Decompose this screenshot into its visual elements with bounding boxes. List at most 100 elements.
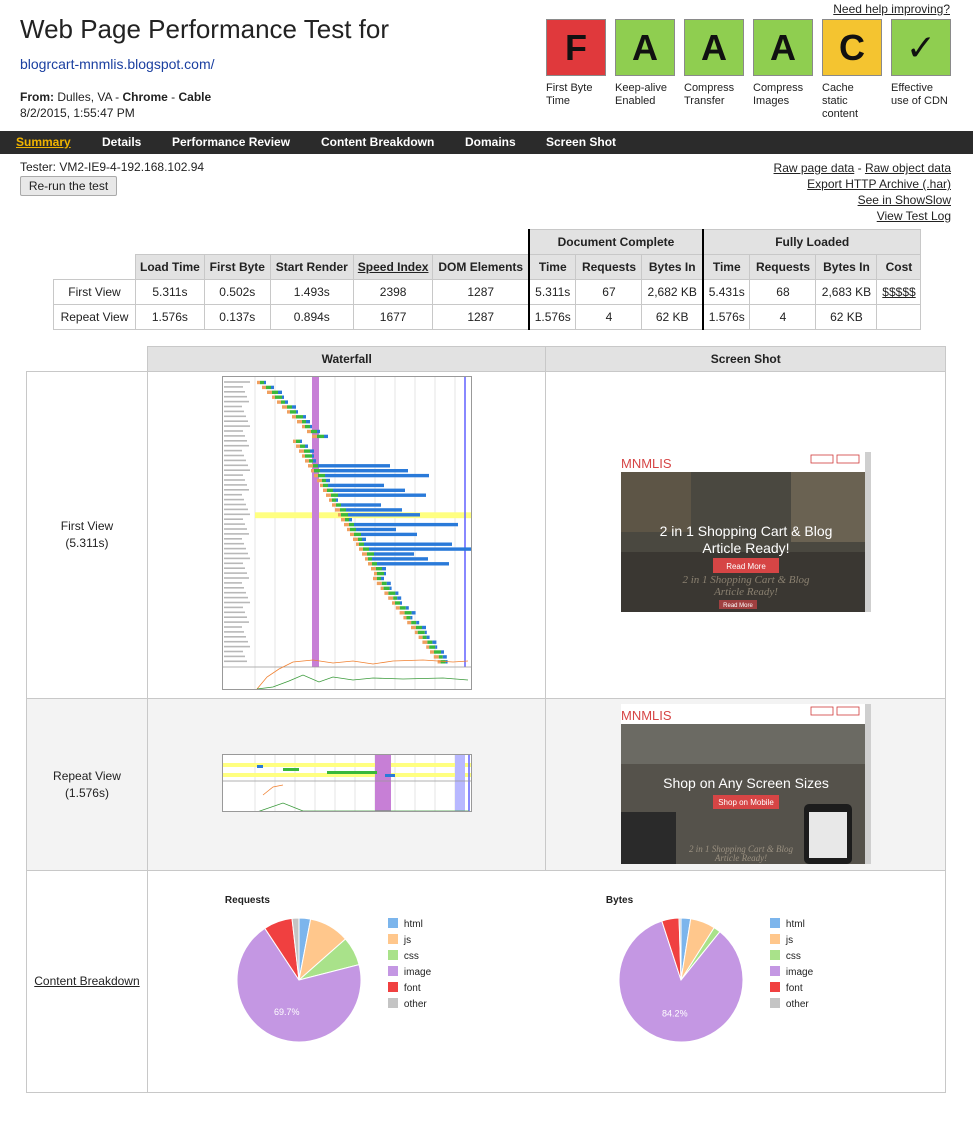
grade-cdn-letter: ✓ bbox=[891, 19, 951, 76]
waterfall-ttfb-bar bbox=[339, 508, 346, 512]
waterfall-ttfb-bar bbox=[388, 591, 396, 595]
export-har-link[interactable]: Export HTTP Archive (.har) bbox=[807, 177, 951, 191]
tab-content-breakdown[interactable]: Content Breakdown bbox=[321, 135, 434, 149]
waterfall-dns-bar bbox=[410, 625, 416, 630]
waterfall-download-bar bbox=[325, 478, 330, 483]
waterfall-dns-bar bbox=[276, 400, 281, 404]
data-links: Raw page data - Raw object data Export H… bbox=[774, 160, 951, 224]
legend-swatch-font bbox=[387, 982, 398, 992]
first-view-waterfall-graphic bbox=[222, 377, 471, 689]
waterfall-ttfb-bar bbox=[393, 596, 398, 600]
waterfall-ttfb-bar bbox=[404, 611, 412, 615]
first-view-label: First View (5.311s) bbox=[26, 371, 148, 699]
waterfall-ttfb-bar bbox=[310, 429, 317, 434]
waterfall-dns-bar bbox=[292, 439, 296, 443]
raw-object-data-link[interactable]: Raw object data bbox=[865, 161, 951, 175]
legend-swatch-html bbox=[387, 918, 398, 928]
waterfall-dns-bar bbox=[343, 522, 349, 527]
waterfall-row-label bbox=[223, 528, 247, 530]
results-grid: Waterfall Screen Shot First View (5.311s) bbox=[26, 346, 947, 1093]
grade-compress-images[interactable]: A Compress Images bbox=[753, 19, 813, 108]
waterfall-ttfb-bar bbox=[308, 459, 313, 463]
tab-performance-review[interactable]: Performance Review bbox=[172, 135, 290, 149]
waterfall-download-bar bbox=[340, 503, 381, 507]
rerun-test-button[interactable]: Re-run the test bbox=[20, 176, 117, 196]
legend-item: js bbox=[387, 933, 431, 949]
waterfall-row-label bbox=[223, 557, 250, 560]
waterfall-row-label bbox=[223, 459, 246, 462]
first-view-screenshot[interactable]: MNMLIS 2 in 1 Shopping Cart & Blog Artic… bbox=[621, 452, 872, 612]
waterfall-dns-bar bbox=[433, 655, 439, 659]
waterfall-ttfb-bar bbox=[265, 385, 271, 390]
cell-dom-elements: 1287 bbox=[432, 279, 530, 305]
waterfall-download-bar bbox=[410, 616, 413, 620]
repeat-view-screenshot[interactable]: MNMLIS Shop on Any Screen Sizes Shop on … bbox=[621, 704, 872, 864]
first-view-waterfall-cell bbox=[146, 371, 547, 699]
cost-link[interactable]: $$$$$ bbox=[882, 285, 915, 299]
waterfall-ttfb-bar bbox=[280, 400, 285, 404]
waterfall-row-label bbox=[223, 464, 248, 467]
page-header: Web Page Performance Test for blogrcart-… bbox=[0, 0, 973, 130]
waterfall-download-bar bbox=[363, 542, 452, 546]
waterfall-row-label bbox=[223, 572, 247, 574]
view-test-log-link[interactable]: View Test Log bbox=[877, 209, 951, 223]
waterfall-download-bar bbox=[316, 429, 320, 434]
waterfall-dns-bar bbox=[286, 410, 290, 414]
legend-item: font bbox=[769, 981, 813, 997]
tested-url-link[interactable]: blogrcart-mnmlis.blogspot.com/ bbox=[20, 56, 215, 72]
from-label: From: bbox=[20, 90, 54, 104]
waterfall-ttfb-bar bbox=[321, 478, 326, 483]
tab-domains[interactable]: Domains bbox=[465, 135, 516, 149]
content-breakdown-link[interactable]: Content Breakdown bbox=[34, 974, 139, 988]
raw-page-data-link[interactable]: Raw page data bbox=[774, 161, 855, 175]
requests-chart-title: Requests bbox=[224, 895, 270, 906]
waterfall-download-bar bbox=[305, 420, 310, 424]
waterfall-dns-bar bbox=[399, 611, 405, 615]
waterfall-ttfb-bar bbox=[367, 557, 372, 561]
waterfall-download-bar bbox=[371, 557, 428, 561]
waterfall-ttfb-bar bbox=[406, 616, 411, 620]
grade-compress-transfer[interactable]: A Compress Transfer bbox=[684, 19, 744, 108]
header-speed-index[interactable]: Speed Index bbox=[358, 260, 429, 274]
waterfall-row-label bbox=[223, 508, 248, 511]
waterfall-row-label bbox=[223, 386, 243, 388]
waterfall-download-bar bbox=[405, 606, 409, 610]
showslow-link[interactable]: See in ShowSlow bbox=[858, 193, 951, 207]
waterfall-download-bar bbox=[304, 444, 308, 448]
waterfall-download-bar bbox=[299, 439, 302, 443]
first-view-screenshot-graphic: MNMLIS 2 in 1 Shopping Cart & Blog Artic… bbox=[621, 452, 872, 612]
waterfall-ttfb-bar bbox=[313, 469, 320, 473]
link-separator: - bbox=[854, 161, 865, 175]
waterfall-ttfb-bar bbox=[427, 640, 433, 644]
waterfall-ttfb-bar bbox=[383, 586, 390, 590]
waterfall-row-label bbox=[223, 484, 247, 486]
waterfall-ttfb-bar bbox=[317, 473, 325, 478]
grade-cdn[interactable]: ✓ Effective use of CDN bbox=[891, 19, 951, 108]
waterfall-ttfb-bar bbox=[348, 522, 354, 527]
waterfall-row-label bbox=[223, 621, 249, 623]
waterfall-row-label bbox=[223, 567, 245, 569]
waterfall-download-bar bbox=[389, 586, 392, 590]
need-help-link[interactable]: Need help improving? bbox=[833, 2, 950, 16]
tab-summary[interactable]: Summary bbox=[16, 135, 71, 149]
grade-first-byte[interactable]: F First Byte Time bbox=[546, 19, 606, 108]
tab-screen-shot[interactable]: Screen Shot bbox=[546, 135, 616, 149]
header-cost: Cost bbox=[876, 254, 922, 280]
waterfall-ttfb-bar bbox=[303, 449, 310, 453]
content-breakdown-charts: Requests 69.7% html js css image font ot… bbox=[146, 870, 947, 1093]
waterfall-download-bar bbox=[309, 449, 314, 453]
waterfall-row-label bbox=[223, 489, 249, 491]
grade-keep-alive[interactable]: A Keep-alive Enabled bbox=[615, 19, 675, 108]
tab-details[interactable]: Details bbox=[102, 135, 141, 149]
grade-cache-static[interactable]: C Cache static content bbox=[822, 19, 882, 121]
waterfall-dns-bar bbox=[331, 503, 336, 507]
waterfall-row-label bbox=[223, 577, 249, 579]
first-view-waterfall[interactable] bbox=[221, 376, 472, 690]
waterfall-row-label bbox=[223, 591, 246, 594]
repeat-view-waterfall[interactable] bbox=[221, 754, 472, 812]
waterfall-ttfb-bar bbox=[304, 424, 310, 429]
cell-doc-bytes: 62 KB bbox=[641, 304, 704, 330]
waterfall-download-bar bbox=[376, 562, 449, 566]
repeat-view-screenshot-graphic: MNMLIS Shop on Any Screen Sizes Shop on … bbox=[621, 704, 872, 864]
cell-doc-bytes: 2,682 KB bbox=[641, 279, 704, 305]
